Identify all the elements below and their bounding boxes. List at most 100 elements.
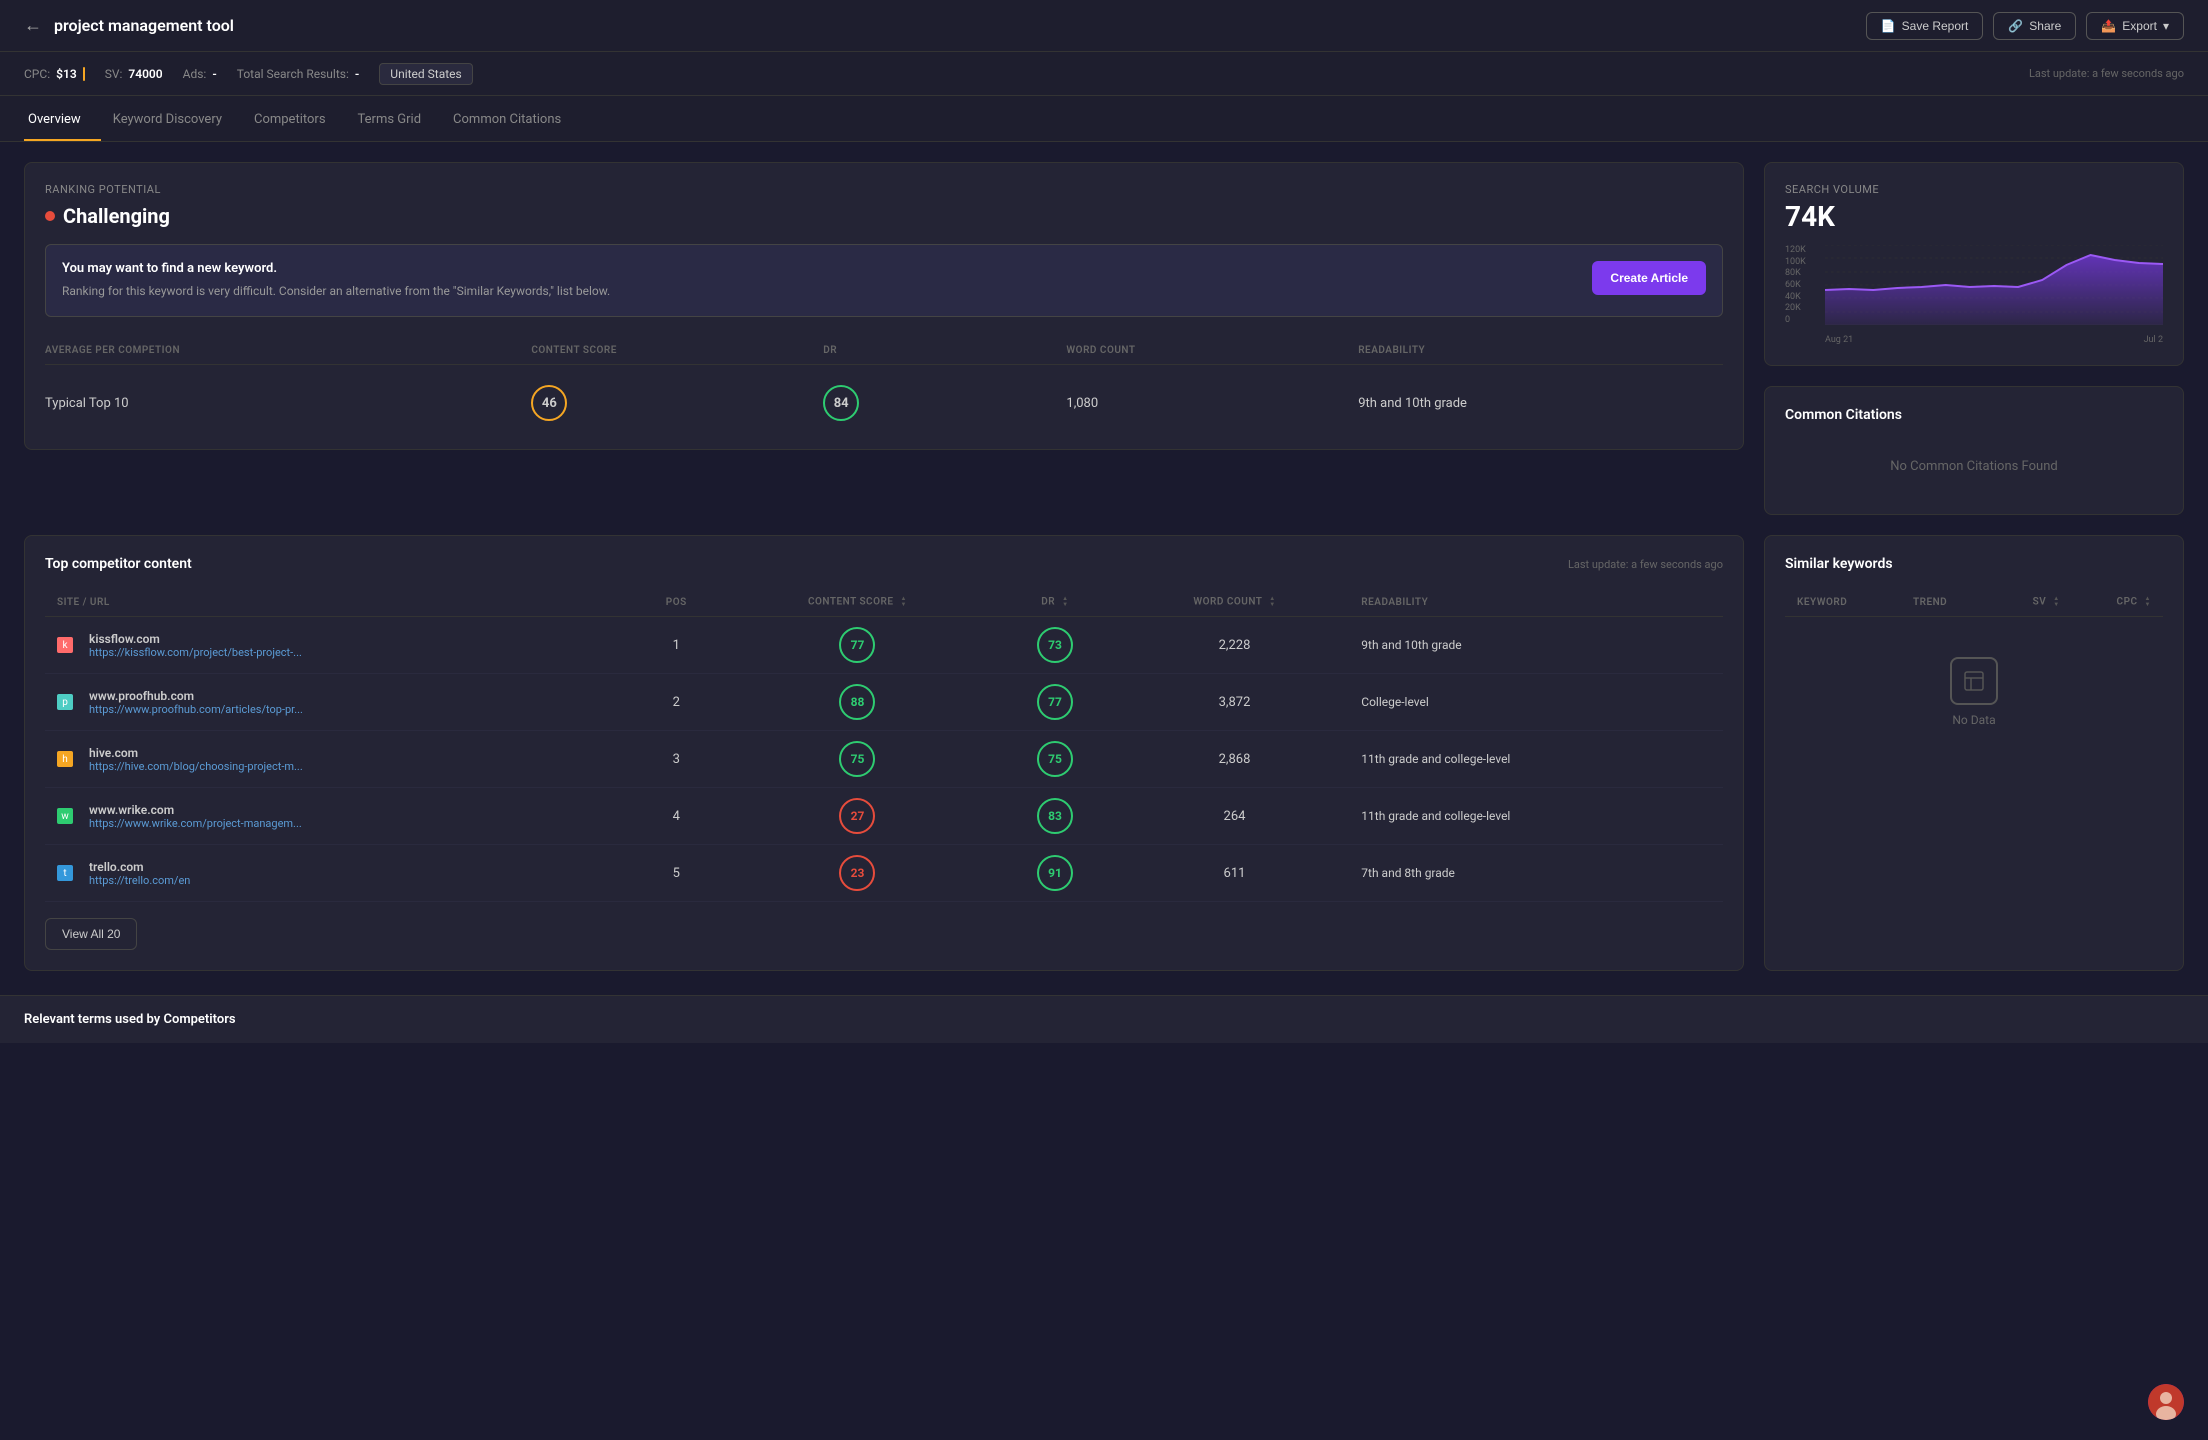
search-volume-chart: 120K 100K 80K 60K 40K 20K 0 (1785, 245, 2163, 345)
cpc-metric: CPC: $13 (24, 67, 85, 81)
metrics-bar: CPC: $13 SV: 74000 Ads: - Total Search R… (0, 52, 2208, 96)
dr-col-label: DR (823, 345, 1066, 356)
avg-dr-circle: 84 (823, 385, 859, 421)
alert-body: Ranking for this keyword is very difficu… (62, 282, 610, 300)
tab-competitors[interactable]: Competitors (250, 100, 346, 141)
content-score-circle: 77 (839, 627, 875, 663)
site-name: hive.com (89, 746, 303, 760)
word-count-cell: 2,228 (1120, 617, 1350, 674)
chevron-down-icon: ▾ (2163, 19, 2169, 33)
tab-keyword-discovery[interactable]: Keyword Discovery (109, 100, 242, 141)
chart-y-labels: 120K 100K 80K 60K 40K 20K 0 (1785, 245, 1806, 325)
site-info: www.wrike.com https://www.wrike.com/proj… (89, 803, 302, 830)
readability-cell: 7th and 8th grade (1349, 845, 1723, 902)
averages-table: AVERAGE PER COMPETION CONTENT SCORE DR W… (45, 337, 1723, 429)
search-volume-card: Search Volume 74K 120K 100K 80K 60K 40K … (1764, 162, 2184, 366)
total-search-value: - (355, 67, 359, 81)
cpc-sort-icon[interactable] (2145, 596, 2151, 608)
site-cell: k kissflow.com https://kissflow.com/proj… (45, 617, 628, 674)
avg-per-competion-label: AVERAGE PER COMPETION (45, 345, 531, 356)
site-favicon: h (57, 751, 73, 767)
site-favicon: t (57, 865, 73, 881)
save-report-icon: 📄 (1881, 19, 1896, 33)
no-data-label: No Data (1952, 713, 1995, 727)
alert-box: You may want to find a new keyword. Rank… (45, 244, 1723, 317)
sv-value: 74000 (128, 67, 162, 81)
table-row: w www.wrike.com https://www.wrike.com/pr… (45, 788, 1723, 845)
col-content-score: CONTENT SCORE (725, 588, 990, 617)
site-url[interactable]: https://hive.com/blog/choosing-project-m… (89, 760, 303, 773)
create-article-button[interactable]: Create Article (1592, 261, 1706, 295)
word-count-cell: 264 (1120, 788, 1350, 845)
sk-col-sv: SV (1992, 588, 2072, 617)
col-word-count: WORD COUNT (1120, 588, 1350, 617)
content-score-cell: 88 (725, 674, 990, 731)
no-data-container: No Data (1785, 617, 2163, 767)
site-url[interactable]: https://www.proofhub.com/articles/top-pr… (89, 703, 303, 716)
content-score-sort-icon[interactable] (901, 596, 907, 608)
top-bar-right: 📄 Save Report 🔗 Share 📤 Export ▾ (1866, 12, 2184, 40)
tab-common-citations[interactable]: Common Citations (449, 100, 581, 141)
alert-heading: You may want to find a new keyword. (62, 261, 610, 276)
ranking-value-row: Challenging (45, 204, 1723, 228)
location-badge[interactable]: United States (379, 63, 472, 85)
avg-content-score-circle: 46 (531, 385, 567, 421)
dr-circle: 83 (1037, 798, 1073, 834)
word-count-col-label: WORD COUNT (1066, 345, 1358, 356)
ranking-potential-label: Ranking Potential (45, 183, 1723, 196)
pos-cell: 3 (628, 731, 725, 788)
competitor-table-body: k kissflow.com https://kissflow.com/proj… (45, 617, 1723, 902)
site-cell: t trello.com https://trello.com/en (45, 845, 628, 902)
tab-terms-grid[interactable]: Terms Grid (354, 100, 442, 141)
top-bar: ← project management tool 📄 Save Report … (0, 0, 2208, 52)
dr-cell: 73 (990, 617, 1120, 674)
share-button[interactable]: 🔗 Share (1993, 12, 2076, 40)
left-panel: Ranking Potential Challenging You may wa… (24, 162, 1744, 515)
similar-keywords-card: Similar keywords KEYWORD TREND SV CPC (1764, 535, 2184, 971)
tab-overview[interactable]: Overview (24, 100, 101, 141)
word-count-sort-icon[interactable] (1269, 596, 1275, 608)
content-score-circle: 88 (839, 684, 875, 720)
similar-keywords-head: KEYWORD TREND SV CPC (1785, 588, 2163, 617)
site-info: hive.com https://hive.com/blog/choosing-… (89, 746, 303, 773)
site-name: kissflow.com (89, 632, 302, 646)
col-dr: DR (990, 588, 1120, 617)
dr-circle: 75 (1037, 741, 1073, 777)
col-site-url: SITE / URL (45, 588, 628, 617)
averages-data-row: Typical Top 10 46 84 1,080 9th and 10th … (45, 377, 1723, 429)
table-row: k kissflow.com https://kissflow.com/proj… (45, 617, 1723, 674)
table-row: t trello.com https://trello.com/en 5 23 … (45, 845, 1723, 902)
site-url[interactable]: https://kissflow.com/project/best-projec… (89, 646, 302, 659)
dr-cell: 75 (990, 731, 1120, 788)
competitor-header-row: SITE / URL POS CONTENT SCORE DR WORD COU… (45, 588, 1723, 617)
site-url[interactable]: https://trello.com/en (89, 874, 190, 887)
col-readability: READABILITY (1349, 588, 1723, 617)
relevant-terms-title: Relevant terms used by Competitors (24, 1012, 236, 1027)
col-pos: POS (628, 588, 725, 617)
content-score-circle: 23 (839, 855, 875, 891)
avatar[interactable] (2148, 1384, 2184, 1420)
back-button[interactable]: ← (24, 15, 42, 36)
common-citations-card: Common Citations No Common Citations Fou… (1764, 386, 2184, 515)
readability-cell: 9th and 10th grade (1349, 617, 1723, 674)
export-button[interactable]: 📤 Export ▾ (2086, 12, 2184, 40)
page-title: project management tool (54, 16, 234, 35)
view-all-button[interactable]: View All 20 (45, 918, 137, 950)
site-info: www.proofhub.com https://www.proofhub.co… (89, 689, 303, 716)
save-report-button[interactable]: 📄 Save Report (1866, 12, 1984, 40)
site-cell: p www.proofhub.com https://www.proofhub.… (45, 674, 628, 731)
site-cell: h hive.com https://hive.com/blog/choosin… (45, 731, 628, 788)
sv-sort-icon[interactable] (2053, 596, 2059, 608)
site-url[interactable]: https://www.wrike.com/project-managem... (89, 817, 302, 830)
similar-keywords-table: KEYWORD TREND SV CPC (1785, 588, 2163, 617)
pos-cell: 2 (628, 674, 725, 731)
ranking-potential-value: Challenging (63, 204, 170, 228)
common-citations-no-data: No Common Citations Found (1785, 439, 2163, 494)
similar-keywords-header-row: KEYWORD TREND SV CPC (1785, 588, 2163, 617)
cpc-divider (83, 67, 85, 81)
top-competitor-title: Top competitor content (45, 556, 192, 572)
dr-cell: 91 (990, 845, 1120, 902)
dr-sort-icon[interactable] (1062, 596, 1068, 608)
export-icon: 📤 (2101, 19, 2116, 33)
content-score-circle: 27 (839, 798, 875, 834)
